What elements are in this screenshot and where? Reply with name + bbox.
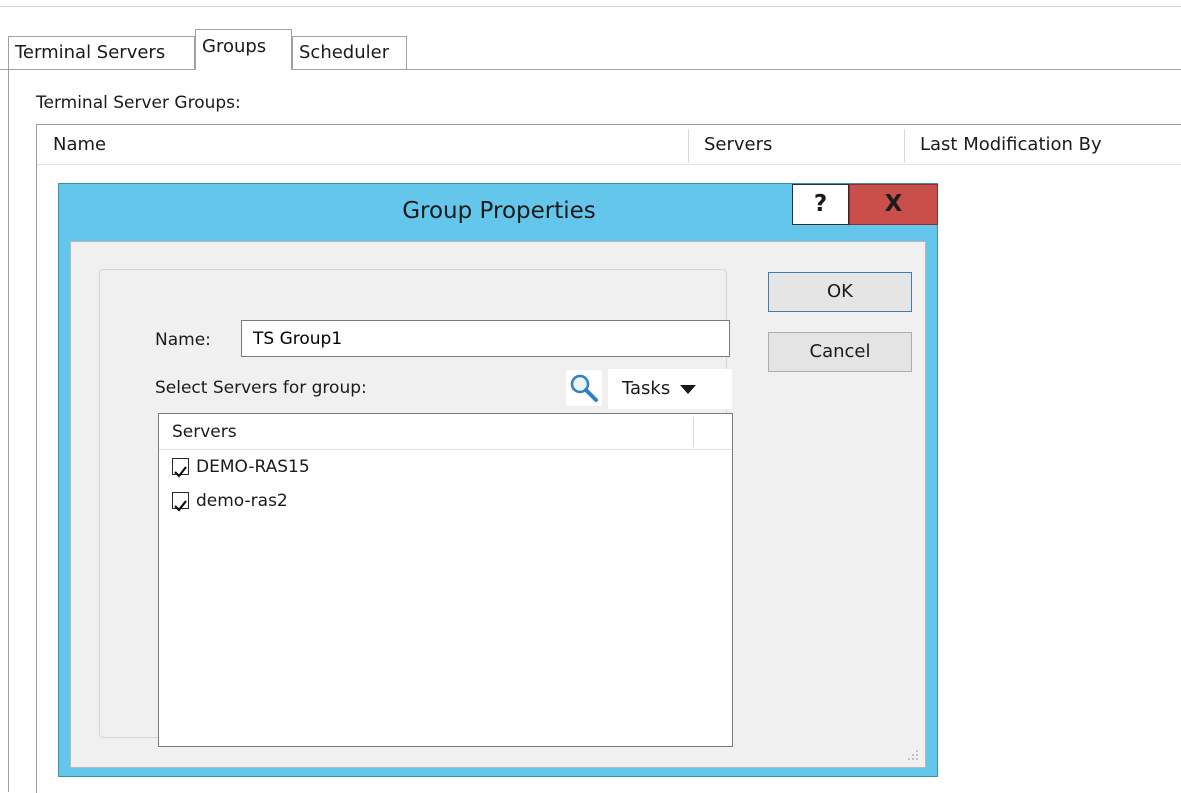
column-header-last-modification[interactable]: Last Modification By [904, 125, 1181, 165]
group-properties-dialog: Group Properties ? X Name: Select Server… [58, 183, 938, 777]
groups-section-label: Terminal Server Groups: [36, 93, 241, 113]
server-checkbox[interactable] [172, 458, 189, 478]
server-name: DEMO-RAS15 [196, 457, 310, 477]
search-icon [570, 374, 598, 402]
cancel-button[interactable]: Cancel [768, 332, 912, 372]
checkmark-icon [174, 466, 187, 478]
servers-list-header: Servers [159, 414, 732, 450]
name-input[interactable] [241, 320, 730, 357]
search-button[interactable] [566, 370, 602, 406]
tasks-dropdown[interactable]: Tasks [608, 369, 732, 409]
tab-strip-border [0, 69, 1181, 70]
column-header-servers[interactable]: Servers [688, 125, 904, 165]
select-servers-label: Select Servers for group: [155, 378, 367, 398]
ok-button[interactable]: OK [768, 272, 912, 312]
servers-list[interactable]: Servers DEMO-RAS15 demo-ras2 [158, 413, 733, 747]
tab-terminal-servers[interactable]: Terminal Servers [8, 36, 195, 69]
name-label: Name: [155, 330, 211, 350]
dialog-body: Name: Select Servers for group: Tasks Se… [70, 241, 926, 768]
tab-label: Scheduler [299, 42, 390, 63]
server-checkbox[interactable] [172, 492, 189, 512]
column-separator[interactable] [693, 417, 694, 447]
column-header-name[interactable]: Name [37, 125, 688, 165]
group-frame: Name: Select Servers for group: Tasks Se… [99, 269, 733, 747]
resize-grip-icon[interactable] [907, 749, 919, 761]
top-divider [0, 6, 1181, 7]
tab-panel-border [8, 69, 9, 792]
checkmark-icon [174, 500, 187, 512]
tab-label: Groups [202, 36, 267, 57]
help-button[interactable]: ? [792, 184, 849, 225]
tab-groups[interactable]: Groups [195, 29, 292, 71]
groups-list-header: Name Servers Last Modification By [37, 125, 1181, 165]
caret-down-icon [680, 384, 697, 394]
server-name: demo-ras2 [196, 491, 288, 511]
tasks-label: Tasks [622, 378, 671, 399]
column-header-servers[interactable]: Servers [172, 414, 237, 450]
close-button[interactable]: X [849, 184, 938, 225]
tab-label: Terminal Servers [15, 42, 166, 63]
tab-scheduler[interactable]: Scheduler [292, 36, 407, 69]
